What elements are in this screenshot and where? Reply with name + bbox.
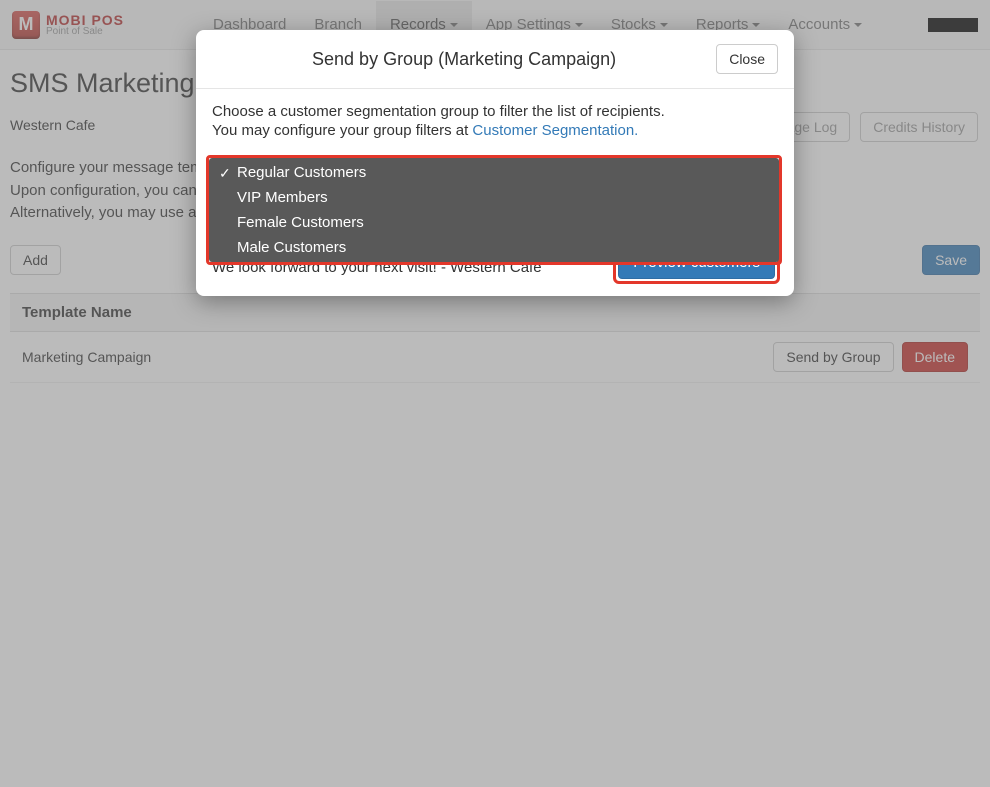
modal-title: Send by Group (Marketing Campaign) <box>212 49 716 70</box>
close-button[interactable]: Close <box>716 44 778 74</box>
segmentation-dropdown-highlight: ✓ Regular Customers VIP Members Female Cust… <box>206 155 782 265</box>
modal-line-2: You may configure your group filters at … <box>212 122 778 139</box>
dropdown-item-female-customers[interactable]: Female Customers <box>209 210 779 235</box>
segmentation-dropdown[interactable]: ✓ Regular Customers VIP Members Female Cust… <box>209 158 779 262</box>
dropdown-item-regular-customers[interactable]: ✓ Regular Customers <box>209 160 779 185</box>
dropdown-item-label: Male Customers <box>237 239 346 256</box>
dropdown-item-label: VIP Members <box>237 189 328 206</box>
dropdown-item-label: Female Customers <box>237 214 364 231</box>
customer-segmentation-link[interactable]: Customer Segmentation. <box>472 122 638 139</box>
dropdown-item-label: Regular Customers <box>237 164 366 181</box>
modal-header: Send by Group (Marketing Campaign) Close <box>196 30 794 89</box>
dropdown-item-male-customers[interactable]: Male Customers <box>209 235 779 260</box>
modal-line-1: Choose a customer segmentation group to … <box>212 103 778 120</box>
dropdown-item-vip-members[interactable]: VIP Members <box>209 185 779 210</box>
modal-line-2-prefix: You may configure your group filters at <box>212 122 472 139</box>
check-icon: ✓ <box>219 165 231 182</box>
